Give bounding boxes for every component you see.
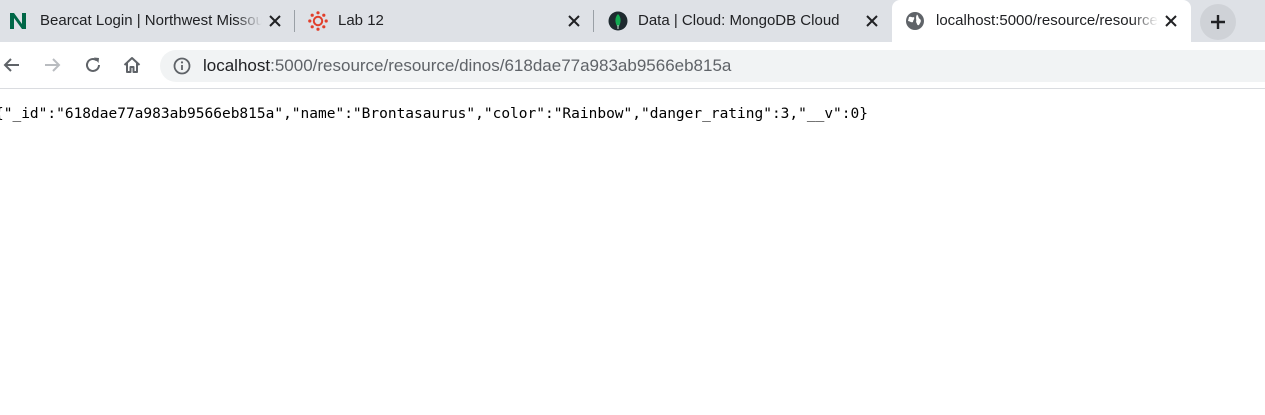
- home-icon: [123, 57, 141, 73]
- arrow-left-icon: [3, 58, 19, 72]
- address-bar[interactable]: localhost:5000/resource/resource/dinos/6…: [160, 50, 1265, 82]
- page-content: {"_id":"618dae77a983ab9566eb815a","name"…: [0, 89, 1265, 415]
- plus-icon: [1211, 15, 1225, 29]
- northwest-n-icon: [8, 11, 28, 31]
- reload-icon: [86, 57, 100, 72]
- tab-title: Lab 12: [338, 12, 384, 29]
- close-tab-icon[interactable]: [1161, 11, 1181, 31]
- mongodb-leaf-icon: [608, 11, 628, 31]
- new-tab-button[interactable]: [1200, 4, 1236, 40]
- info-icon[interactable]: [172, 56, 192, 76]
- back-button[interactable]: [0, 52, 24, 78]
- home-button[interactable]: [119, 52, 145, 78]
- tab-title: localhost:5000/resource/resource/dinos/6…: [936, 12, 1158, 29]
- tab-strip: Bearcat Login | Northwest Missouri State…: [0, 0, 1265, 42]
- tab-lab-12[interactable]: Lab 12: [296, 0, 593, 42]
- close-tab-icon[interactable]: [564, 11, 584, 31]
- tab-localhost-dino[interactable]: localhost:5000/resource/resource/dinos/6…: [892, 0, 1191, 42]
- arrow-right-icon: [45, 58, 61, 72]
- browser-toolbar: localhost:5000/resource/resource/dinos/6…: [0, 42, 1265, 89]
- tab-title: Data | Cloud: MongoDB Cloud: [638, 12, 840, 29]
- address-url[interactable]: localhost:5000/resource/resource/dinos/6…: [203, 56, 731, 76]
- url-path: :5000/resource/resource/dinos/618dae77a9…: [270, 56, 732, 75]
- canvas-icon: [308, 11, 328, 31]
- forward-button[interactable]: [40, 52, 66, 78]
- tab-bearcat-login[interactable]: Bearcat Login | Northwest Missouri State…: [0, 0, 295, 42]
- tab-title: Bearcat Login | Northwest Missouri State…: [40, 12, 262, 29]
- globe-icon: [905, 11, 925, 31]
- url-host: localhost: [203, 56, 271, 75]
- close-tab-icon[interactable]: [265, 11, 285, 31]
- reload-button[interactable]: [80, 52, 106, 78]
- close-tab-icon[interactable]: [862, 11, 882, 31]
- tab-separator: [294, 10, 295, 32]
- json-response: {"_id":"618dae77a983ab9566eb815a","name"…: [0, 106, 868, 122]
- tab-mongodb-cloud[interactable]: Data | Cloud: MongoDB Cloud: [594, 0, 891, 42]
